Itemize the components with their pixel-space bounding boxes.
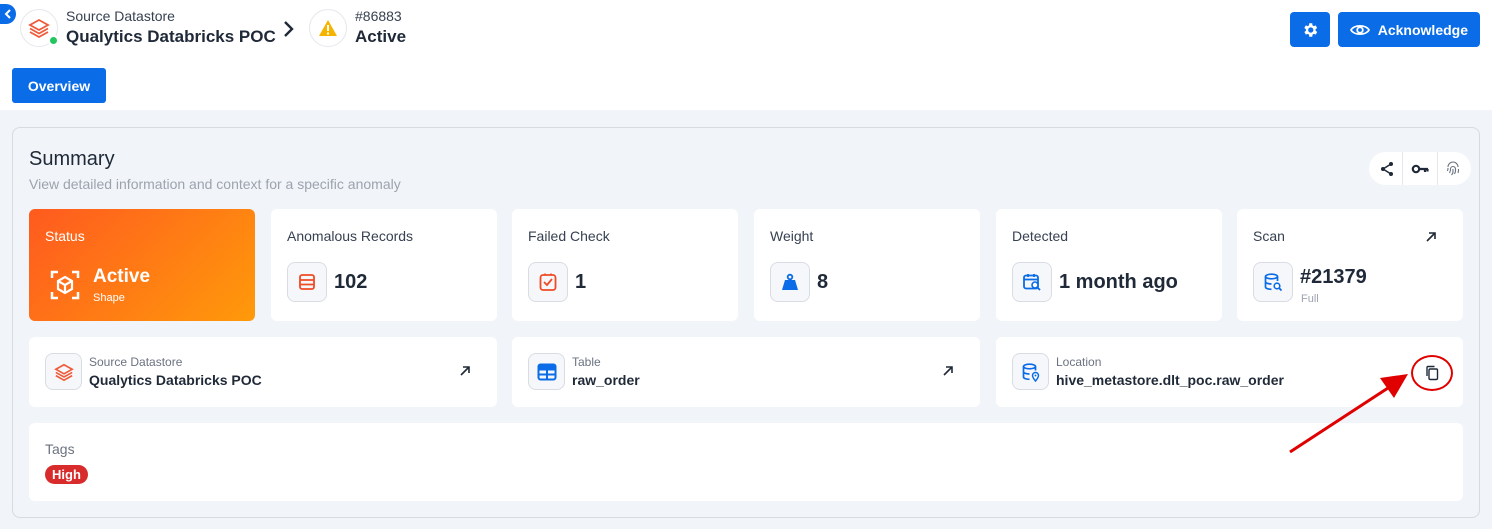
shape-cube-icon <box>50 270 80 300</box>
anomaly-id: #86883 <box>355 8 402 24</box>
weight-icon-box <box>770 262 810 302</box>
checklist-icon <box>539 273 557 291</box>
records-icon <box>299 274 315 290</box>
copy-location-button[interactable] <box>1411 355 1453 391</box>
fingerprint-icon[interactable] <box>1445 161 1461 177</box>
databricks-logo-icon <box>28 18 50 38</box>
failed-check-label: Failed Check <box>528 228 610 244</box>
scan-sub: Full <box>1301 293 1319 305</box>
gear-icon <box>1304 22 1317 37</box>
source-datastore-icon-box <box>45 353 82 390</box>
top-bar: Source Datastore Qualytics Databricks PO… <box>0 0 1492 110</box>
databricks-logo-icon <box>53 363 74 381</box>
detected-label: Detected <box>1012 228 1069 244</box>
arrow-up-right-icon[interactable] <box>1425 231 1437 243</box>
anomaly-avatar <box>309 8 347 47</box>
online-status-dot <box>48 34 59 46</box>
summary-title: Summary <box>29 148 115 170</box>
arrow-up-right-icon[interactable] <box>942 365 954 377</box>
detected-icon-box <box>1012 262 1052 302</box>
chevron-left-icon <box>4 9 11 19</box>
share-icon[interactable] <box>1379 161 1395 177</box>
breadcrumb-anomaly: #86883 Active <box>309 8 406 47</box>
tab-overview[interactable]: Overview <box>12 68 106 103</box>
tags-label: Tags <box>45 441 75 457</box>
back-button[interactable] <box>0 4 16 24</box>
warning-icon <box>319 19 337 36</box>
scan-icon-box <box>1253 262 1293 302</box>
toolbar-divider <box>1436 152 1438 185</box>
status-sub: Shape <box>93 292 125 304</box>
scan-label: Scan <box>1253 228 1285 244</box>
table-icon-box <box>528 353 565 390</box>
main-content: Summary View detailed information and co… <box>0 110 1492 529</box>
location-icon-box <box>1012 353 1049 390</box>
location-label: Location <box>1056 355 1102 369</box>
status-value: Active <box>93 266 151 287</box>
settings-button[interactable] <box>1289 12 1330 47</box>
database-search-icon <box>1264 273 1283 292</box>
acknowledge-button[interactable]: Acknowledge <box>1337 12 1480 47</box>
tab-overview-label: Overview <box>27 77 91 94</box>
records-icon-box <box>287 262 327 302</box>
datastore-avatar <box>20 8 59 47</box>
status-card-label: Status <box>45 228 85 244</box>
location-value: hive_metastore.dlt_poc.raw_order <box>1056 372 1284 388</box>
source-datastore-value: Qualytics Databricks POC <box>89 372 262 388</box>
table-icon <box>537 363 556 380</box>
anomalous-records-value: 102 <box>334 271 368 293</box>
copy-icon <box>1426 365 1439 381</box>
summary-subtitle: View detailed information and context fo… <box>29 176 401 192</box>
eye-icon <box>1349 24 1370 35</box>
scan-value: #21379 <box>1300 266 1367 288</box>
detected-value: 1 month ago <box>1059 271 1178 293</box>
datastore-caption: Source Datastore <box>66 8 175 24</box>
summary-toolbar <box>1369 152 1471 185</box>
breadcrumb-datastore[interactable]: Source Datastore Qualytics Databricks PO… <box>20 8 276 47</box>
tags-card: Tags High <box>29 423 1463 501</box>
anomaly-status: Active <box>355 27 407 46</box>
table-value: raw_order <box>572 372 640 388</box>
toolbar-divider <box>1402 152 1404 185</box>
failed-check-card: Failed Check 1 <box>512 209 738 321</box>
summary-panel: Summary View detailed information and co… <box>12 127 1480 518</box>
source-datastore-label: Source Datastore <box>89 355 183 369</box>
database-location-icon <box>1022 362 1039 382</box>
location-card: Location hive_metastore.dlt_poc.raw_orde… <box>996 337 1463 407</box>
scan-card[interactable]: Scan #21379 Full <box>1237 209 1463 321</box>
arrow-up-right-icon[interactable] <box>459 365 471 377</box>
table-card[interactable]: Table raw_order <box>512 337 980 407</box>
key-icon[interactable] <box>1411 163 1429 175</box>
failed-check-icon-box <box>528 262 568 302</box>
anomalous-records-card: Anomalous Records 102 <box>271 209 497 321</box>
weight-label: Weight <box>770 228 814 244</box>
tag-high[interactable]: High <box>45 465 88 484</box>
weight-icon <box>782 273 798 290</box>
detected-card: Detected 1 month ago <box>996 209 1222 321</box>
acknowledge-label: Acknowledge <box>1377 21 1468 38</box>
calendar-search-icon <box>1023 274 1041 291</box>
datastore-name[interactable]: Qualytics Databricks POC <box>66 27 276 47</box>
weight-card: Weight 8 <box>754 209 980 321</box>
failed-check-value: 1 <box>575 271 587 293</box>
chevron-right-icon <box>284 21 294 37</box>
table-label: Table <box>572 355 601 369</box>
status-card: Status Active Shape <box>29 209 255 321</box>
source-datastore-card[interactable]: Source Datastore Qualytics Databricks PO… <box>29 337 497 407</box>
anomalous-records-label: Anomalous Records <box>287 228 414 244</box>
weight-value: 8 <box>817 271 829 293</box>
